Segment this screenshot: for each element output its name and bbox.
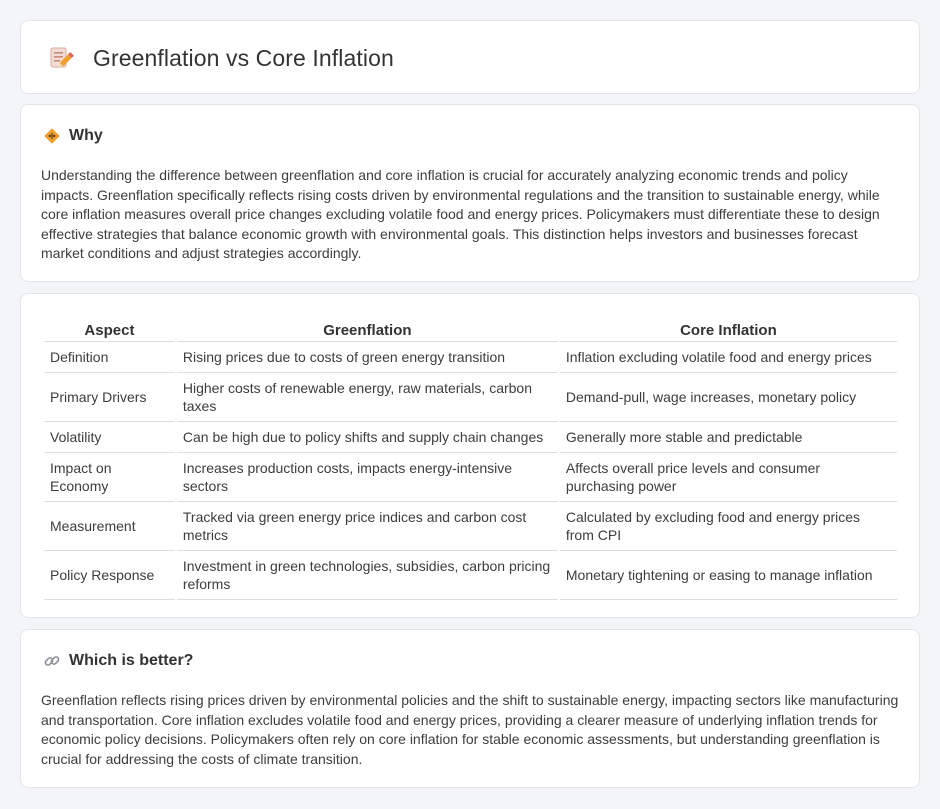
title-card: Greenflation vs Core Inflation: [20, 20, 920, 94]
column-header-greenflation: Greenflation: [176, 314, 558, 342]
column-header-aspect: Aspect: [44, 314, 175, 342]
column-header-core-inflation: Core Inflation: [559, 314, 897, 342]
comparison-table: Aspect Greenflation Core Inflation Defin…: [42, 314, 899, 600]
comparison-card: Aspect Greenflation Core Inflation Defin…: [20, 293, 920, 618]
link-icon: [43, 652, 61, 670]
core-inflation-cell: Generally more stable and predictable: [559, 422, 897, 453]
why-heading: Why: [69, 127, 103, 144]
greenflation-cell: Increases production costs, impacts ener…: [176, 453, 558, 502]
table-row: Volatility Can be high due to policy shi…: [44, 422, 897, 453]
pencil-document-icon: [45, 43, 75, 73]
better-heading-row: Which is better?: [43, 652, 193, 670]
core-inflation-cell: Affects overall price levels and consume…: [559, 453, 897, 502]
greenflation-cell: Can be high due to policy shifts and sup…: [176, 422, 558, 453]
core-inflation-cell: Monetary tightening or easing to manage …: [559, 551, 897, 600]
aspect-cell: Impact on Economy: [44, 453, 175, 502]
aspect-cell: Primary Drivers: [44, 373, 175, 422]
core-inflation-cell: Inflation excluding volatile food and en…: [559, 342, 897, 373]
table-row: Primary Drivers Higher costs of renewabl…: [44, 373, 897, 422]
aspect-cell: Volatility: [44, 422, 175, 453]
better-text: Greenflation reflects rising prices driv…: [41, 692, 899, 767]
greenflation-cell: Tracked via green energy price indices a…: [176, 502, 558, 551]
why-card: Why Understanding the difference between…: [20, 104, 920, 282]
table-row: Impact on Economy Increases production c…: [44, 453, 897, 502]
better-heading: Which is better?: [69, 652, 194, 669]
core-inflation-cell: Demand-pull, wage increases, monetary po…: [559, 373, 897, 422]
aspect-cell: Definition: [44, 342, 175, 373]
why-heading-row: Why: [43, 127, 103, 145]
aspect-cell: Measurement: [44, 502, 175, 551]
table-row: Measurement Tracked via green energy pri…: [44, 502, 897, 551]
why-text: Understanding the difference between gre…: [41, 167, 880, 262]
greenflation-cell: Rising prices due to costs of green ener…: [176, 342, 558, 373]
title-row: Greenflation vs Core Inflation: [45, 43, 394, 73]
diamond-warning-icon: [43, 127, 61, 145]
page-title: Greenflation vs Core Inflation: [93, 44, 394, 71]
aspect-cell: Policy Response: [44, 551, 175, 600]
core-inflation-cell: Calculated by excluding food and energy …: [559, 502, 897, 551]
greenflation-cell: Higher costs of renewable energy, raw ma…: [176, 373, 558, 422]
table-row: Policy Response Investment in green tech…: [44, 551, 897, 600]
greenflation-cell: Investment in green technologies, subsid…: [176, 551, 558, 600]
table-header-row: Aspect Greenflation Core Inflation: [44, 314, 897, 342]
which-is-better-card: Which is better? Greenflation reflects r…: [20, 629, 920, 788]
table-row: Definition Rising prices due to costs of…: [44, 342, 897, 373]
